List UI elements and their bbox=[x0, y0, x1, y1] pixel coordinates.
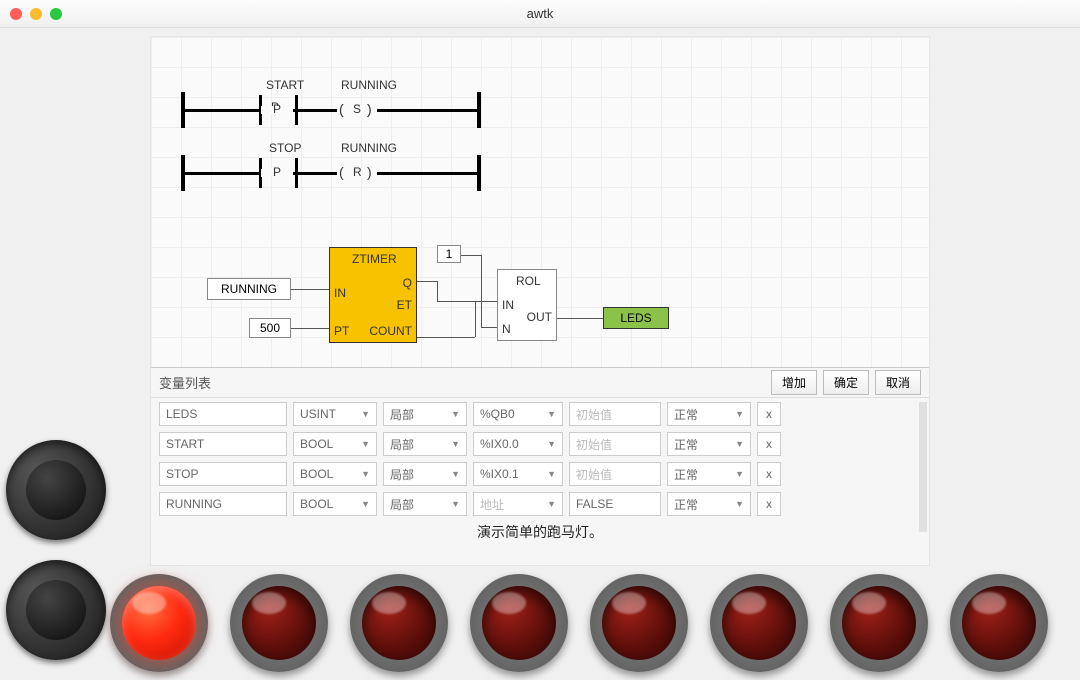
add-button[interactable]: 增加 bbox=[771, 370, 817, 395]
cell-type[interactable]: BOOL▼ bbox=[293, 492, 377, 516]
led-row bbox=[110, 574, 1070, 672]
cell-type[interactable]: BOOL▼ bbox=[293, 432, 377, 456]
rung-2: STOP RUNNING P ( R ) bbox=[181, 155, 481, 197]
zoom-icon[interactable] bbox=[50, 8, 62, 20]
led-3[interactable] bbox=[350, 574, 448, 672]
cell-scope[interactable]: 局部▼ bbox=[383, 432, 467, 456]
block-pt-value[interactable]: 500 bbox=[249, 318, 291, 338]
chevron-down-icon: ▼ bbox=[361, 499, 370, 509]
block-one[interactable]: 1 bbox=[437, 245, 461, 263]
rung-1: START RUNNING P P ( S ) ( S ) bbox=[181, 92, 481, 134]
chevron-down-icon: ▼ bbox=[451, 469, 460, 479]
rung1-coil-label: RUNNING bbox=[341, 78, 397, 92]
joystick-1[interactable] bbox=[6, 440, 106, 540]
ztimer-title: ZTIMER bbox=[352, 252, 397, 266]
rung2-contact-label: STOP bbox=[269, 141, 301, 155]
cell-scope[interactable]: 局部▼ bbox=[383, 402, 467, 426]
cancel-button[interactable]: 取消 bbox=[875, 370, 921, 395]
chevron-down-icon: ▼ bbox=[735, 499, 744, 509]
led-1[interactable] bbox=[110, 574, 208, 672]
ok-button[interactable]: 确定 bbox=[823, 370, 869, 395]
cell-status[interactable]: 正常▼ bbox=[667, 432, 751, 456]
cell-name[interactable]: START bbox=[159, 432, 287, 456]
window-title: awtk bbox=[0, 6, 1080, 21]
variable-table: 变量列表 增加 确定 取消 LEDSUSINT▼局部▼%QB0▼初始值正常▼xS… bbox=[151, 367, 929, 565]
block-ztimer[interactable]: ZTIMER IN PT Q ET COUNT bbox=[329, 247, 417, 343]
cell-status[interactable]: 正常▼ bbox=[667, 492, 751, 516]
led-5[interactable] bbox=[590, 574, 688, 672]
rol-title: ROL bbox=[516, 274, 541, 288]
rung2-coil-label: RUNNING bbox=[341, 141, 397, 155]
cell-type[interactable]: USINT▼ bbox=[293, 402, 377, 426]
titlebar: awtk bbox=[0, 0, 1080, 28]
variable-row: STARTBOOL▼局部▼%IX0.0▼初始值正常▼x bbox=[159, 432, 921, 456]
minimize-icon[interactable] bbox=[30, 8, 42, 20]
chevron-down-icon: ▼ bbox=[547, 439, 556, 449]
vartable-title: 变量列表 bbox=[159, 373, 211, 392]
rung2-contact-type: P bbox=[273, 165, 281, 179]
caption: 演示简单的跑马灯。 bbox=[151, 522, 929, 542]
rung1-contact-label: START bbox=[266, 78, 304, 92]
cell-addr[interactable]: %QB0▼ bbox=[473, 402, 563, 426]
cell-init[interactable]: FALSE bbox=[569, 492, 661, 516]
cell-name[interactable]: STOP bbox=[159, 462, 287, 486]
rung2-coil-type: R bbox=[353, 165, 362, 179]
block-rol[interactable]: ROL IN N OUT bbox=[497, 269, 557, 341]
delete-row-button[interactable]: x bbox=[757, 402, 781, 426]
delete-row-button[interactable]: x bbox=[757, 432, 781, 456]
delete-row-button[interactable]: x bbox=[757, 492, 781, 516]
chevron-down-icon: ▼ bbox=[361, 469, 370, 479]
chevron-down-icon: ▼ bbox=[735, 439, 744, 449]
led-4[interactable] bbox=[470, 574, 568, 672]
chevron-down-icon: ▼ bbox=[735, 409, 744, 419]
chevron-down-icon: ▼ bbox=[547, 409, 556, 419]
cell-addr[interactable]: %IX0.0▼ bbox=[473, 432, 563, 456]
delete-row-button[interactable]: x bbox=[757, 462, 781, 486]
led-2[interactable] bbox=[230, 574, 328, 672]
led-6[interactable] bbox=[710, 574, 808, 672]
chevron-down-icon: ▼ bbox=[361, 439, 370, 449]
cell-init[interactable]: 初始值 bbox=[569, 462, 661, 486]
cell-name[interactable]: LEDS bbox=[159, 402, 287, 426]
chevron-down-icon: ▼ bbox=[451, 499, 460, 509]
chevron-down-icon: ▼ bbox=[361, 409, 370, 419]
chevron-down-icon: ▼ bbox=[547, 499, 556, 509]
cell-scope[interactable]: 局部▼ bbox=[383, 462, 467, 486]
cell-scope[interactable]: 局部▼ bbox=[383, 492, 467, 516]
cell-status[interactable]: 正常▼ bbox=[667, 402, 751, 426]
led-8[interactable] bbox=[950, 574, 1048, 672]
cell-init[interactable]: 初始值 bbox=[569, 402, 661, 426]
close-icon[interactable] bbox=[10, 8, 22, 20]
cell-addr[interactable]: 地址▼ bbox=[473, 492, 563, 516]
cell-addr[interactable]: %IX0.1▼ bbox=[473, 462, 563, 486]
cell-init[interactable]: 初始值 bbox=[569, 432, 661, 456]
ladder-canvas[interactable]: START RUNNING P P ( S ) ( S ) STOP RUNNI… bbox=[150, 36, 930, 566]
block-leds[interactable]: LEDS bbox=[603, 307, 669, 329]
chevron-down-icon: ▼ bbox=[735, 469, 744, 479]
joystick-2[interactable] bbox=[6, 560, 106, 660]
chevron-down-icon: ▼ bbox=[547, 469, 556, 479]
scrollbar[interactable] bbox=[919, 402, 927, 532]
cell-type[interactable]: BOOL▼ bbox=[293, 462, 377, 486]
variable-row: LEDSUSINT▼局部▼%QB0▼初始值正常▼x bbox=[159, 402, 921, 426]
chevron-down-icon: ▼ bbox=[451, 439, 460, 449]
variable-row: RUNNINGBOOL▼局部▼地址▼FALSE正常▼x bbox=[159, 492, 921, 516]
cell-status[interactable]: 正常▼ bbox=[667, 462, 751, 486]
chevron-down-icon: ▼ bbox=[451, 409, 460, 419]
block-running[interactable]: RUNNING bbox=[207, 278, 291, 300]
led-7[interactable] bbox=[830, 574, 928, 672]
variable-row: STOPBOOL▼局部▼%IX0.1▼初始值正常▼x bbox=[159, 462, 921, 486]
window-controls bbox=[10, 8, 62, 20]
cell-name[interactable]: RUNNING bbox=[159, 492, 287, 516]
